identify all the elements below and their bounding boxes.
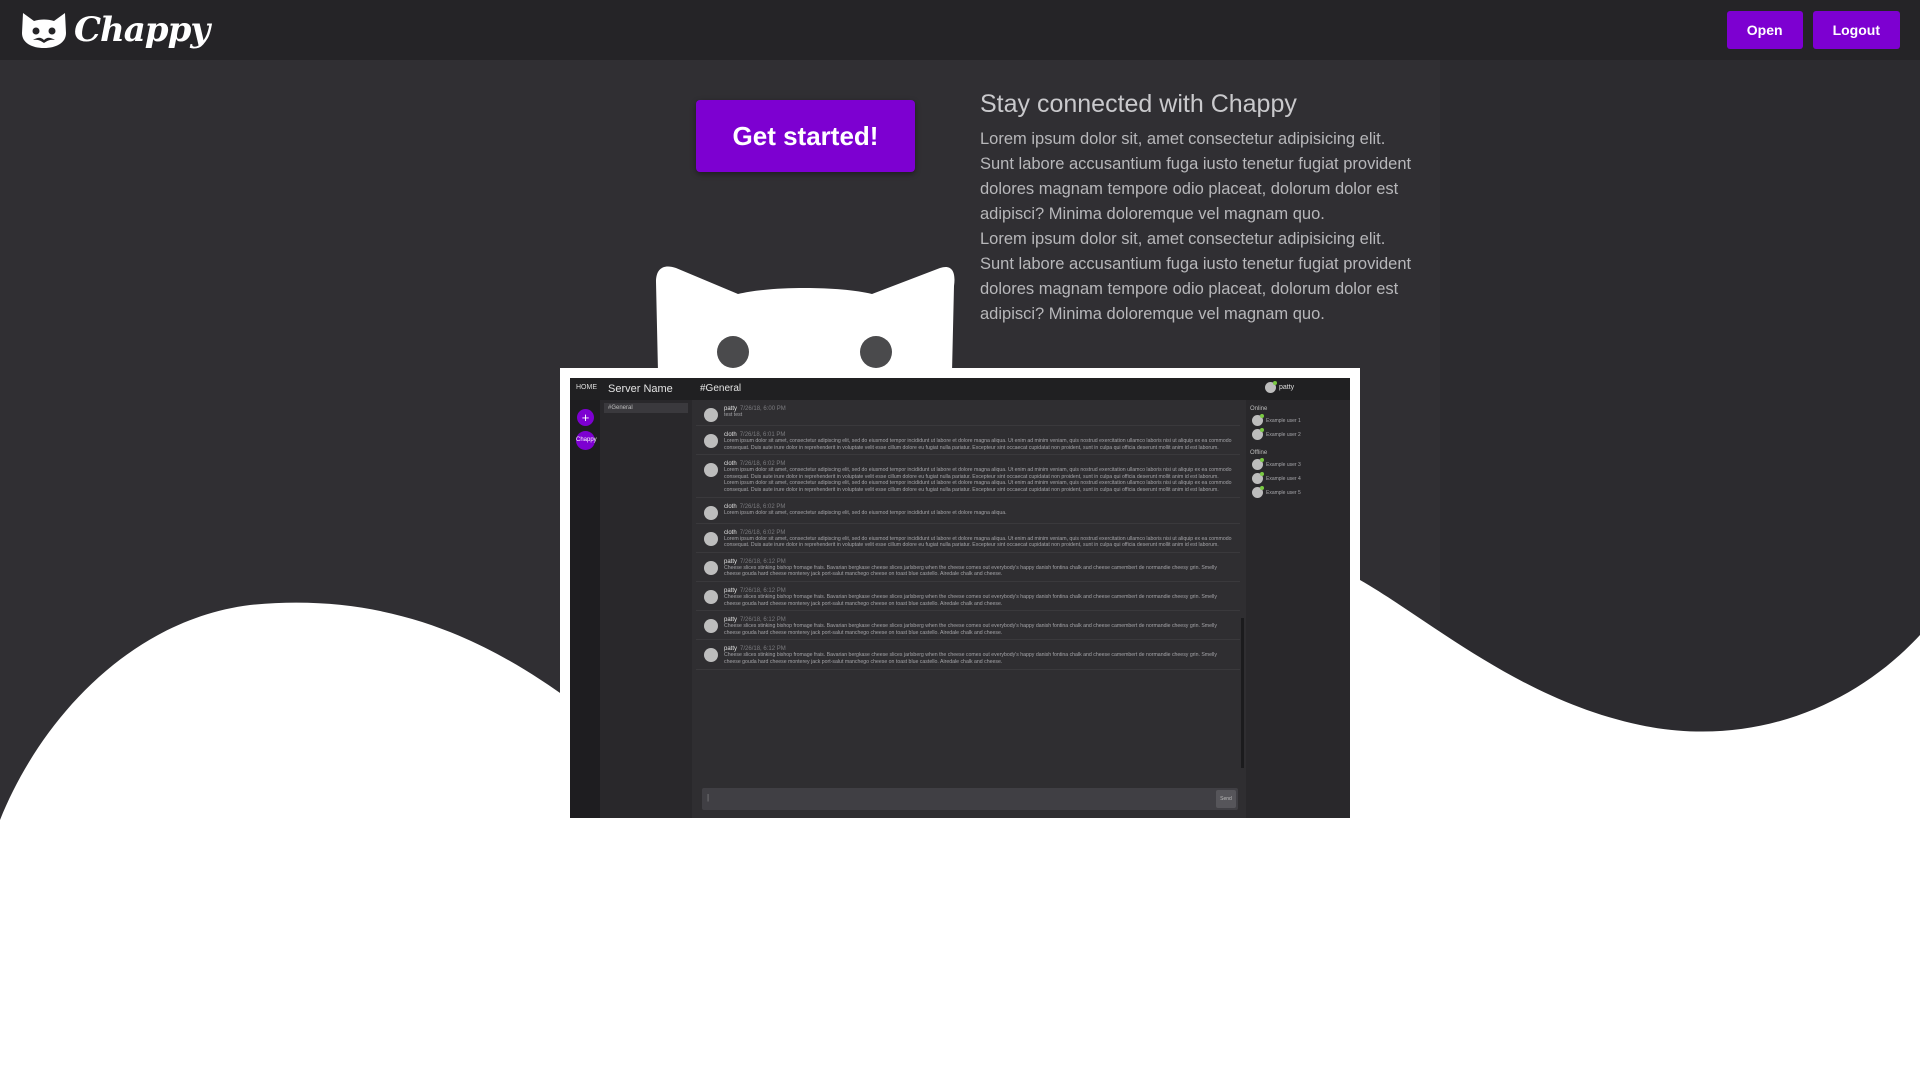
members-offline-heading: Offline — [1250, 450, 1268, 456]
send-button: Send — [1216, 790, 1236, 808]
message-item: cloth 7/26/18, 6:02 PM Lorem ipsum dolor s… — [696, 524, 1240, 553]
member-avatar — [1252, 414, 1264, 426]
member-item: Example user 1 — [1252, 414, 1346, 426]
message-avatar — [704, 434, 718, 448]
member-avatar — [1252, 486, 1264, 498]
member-avatar — [1252, 428, 1264, 440]
app-preview: HOME Server Name #General patty + Chappy… — [570, 378, 1350, 818]
member-list: Online Example user 1 Example user 2 Off… — [1246, 400, 1350, 818]
message-text: Lorem ipsum dolor sit amet, consectetur … — [724, 438, 1232, 451]
member-name: Example user 2 — [1266, 431, 1301, 438]
message-author: cloth — [724, 529, 737, 536]
hero-heading: Stay connected with Chappy — [980, 90, 1297, 118]
message-item: patty 7/26/18, 6:12 PM Cheese slices stink… — [696, 582, 1240, 612]
message-item: patty 7/26/18, 6:12 PM Cheese slices stink… — [696, 640, 1240, 670]
brand-name: Chappy — [74, 10, 210, 50]
app-channel-title: #General — [700, 383, 742, 394]
app-server-name: Server Name — [608, 383, 673, 395]
message-text: Lorem ipsum dolor sit amet, consectetur … — [724, 509, 1007, 516]
logout-button[interactable]: Logout — [1812, 11, 1900, 49]
message-avatar — [704, 619, 718, 634]
open-button[interactable]: Open — [1726, 11, 1803, 49]
server-icon-chappy: Chappy — [576, 431, 597, 450]
message-time: 7/26/18, 6:12 PM — [740, 558, 786, 565]
message-time: 7/26/18, 6:02 PM — [739, 529, 786, 536]
message-text: Cheese slices stinking bishop fromage fr… — [724, 593, 1217, 607]
message-text: Cheese slices stinking bishop fromage fr… — [724, 623, 1217, 636]
member-avatar — [1252, 458, 1264, 470]
message-author: patty — [724, 558, 738, 565]
get-started-button[interactable]: Get started! — [696, 100, 915, 172]
cat-mascot-illustration — [656, 266, 955, 372]
app-current-user: patty — [1265, 381, 1295, 393]
message-avatar — [704, 560, 718, 575]
message-item: patty 7/26/18, 6:12 PM Cheese slices stink… — [696, 553, 1240, 582]
message-avatar — [704, 505, 718, 520]
member-name: Example user 5 — [1266, 489, 1301, 496]
members-online-heading: Online — [1250, 406, 1268, 412]
member-item: Example user 2 — [1252, 428, 1346, 440]
plus-icon: + — [577, 409, 594, 426]
message-time: 7/26/18, 6:00 PM — [740, 406, 786, 412]
message-text: Lorem ipsum dolor sit amet, consectetur … — [724, 535, 1232, 549]
message-avatar — [704, 589, 718, 604]
app-home-label: HOME — [576, 384, 597, 391]
message-item: cloth 7/26/18, 6:01 PM Lorem ipsum dolor s… — [696, 426, 1240, 456]
cat-left-eye — [717, 336, 749, 368]
app-preview-frame: HOME Server Name #General patty + Chappy… — [560, 368, 1360, 818]
current-user-avatar — [1265, 381, 1277, 393]
cat-right-eye — [860, 336, 892, 368]
member-name: Example user 4 — [1266, 475, 1301, 482]
message-avatar — [704, 408, 718, 422]
member-name: Example user 1 — [1266, 417, 1301, 424]
message-avatar — [704, 463, 718, 478]
message-text: Cheese slices stinking bishop fromage fr… — [724, 564, 1217, 578]
top-navbar: Chappy Open Logout — [0, 0, 1920, 60]
message-input-value: | — [707, 793, 710, 802]
server-rail: + Chappy — [570, 400, 600, 818]
current-user-name: patty — [1279, 384, 1295, 391]
message-text: Lorem ipsum dolor sit amet, consectetur … — [724, 467, 1232, 493]
message-author: cloth — [724, 503, 737, 510]
hero-paragraph-2: Lorem ipsum dolor sit, amet consectetur … — [980, 230, 1412, 323]
message-input: | Send — [702, 788, 1238, 810]
member-avatar — [1252, 472, 1264, 484]
channel-list: #General — [600, 400, 692, 818]
message-item: cloth 7/26/18, 6:02 PM Lorem ipsum dolor s… — [696, 455, 1240, 498]
message-item: cloth 7/26/18, 6:02 PM Lorem ipsum dolor s… — [696, 498, 1240, 524]
message-list: patty 7/26/18, 6:00 PM test test cloth 7/26… — [696, 400, 1240, 780]
hero-copy: Stay connected with Chappy Lorem ipsum d… — [980, 90, 1420, 327]
message-avatar — [704, 648, 718, 663]
hero-paragraph-1: Lorem ipsum dolor sit, amet consectetur … — [980, 130, 1412, 223]
member-item: Example user 3 — [1252, 458, 1346, 470]
message-item: patty 7/26/18, 6:00 PM test test — [696, 400, 1240, 426]
message-item: patty 7/26/18, 6:12 PM Cheese slices stink… — [696, 611, 1240, 641]
brand[interactable]: Chappy — [20, 10, 210, 50]
message-scrollbar — [1241, 618, 1244, 768]
message-text: Cheese slices stinking bishop fromage fr… — [724, 652, 1217, 665]
app-topbar: HOME Server Name #General patty — [570, 378, 1350, 400]
message-text: test test — [724, 412, 743, 418]
cat-face-icon — [22, 13, 66, 48]
channel-item-general: #General — [604, 403, 688, 413]
member-name: Example user 3 — [1266, 461, 1301, 468]
member-item: Example user 5 — [1252, 486, 1346, 498]
message-time: 7/26/18, 6:02 PM — [739, 503, 786, 510]
message-avatar — [704, 531, 718, 546]
member-item: Example user 4 — [1252, 472, 1346, 484]
